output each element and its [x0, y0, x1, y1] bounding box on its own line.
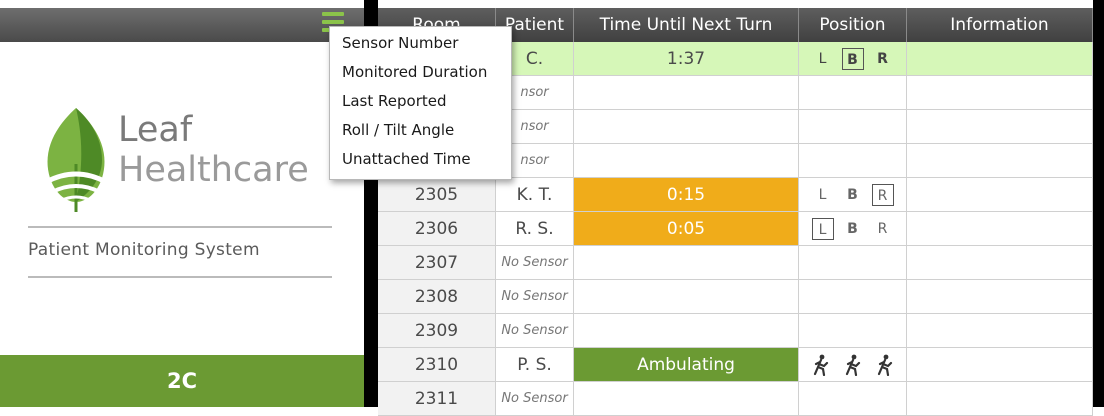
- position-cell: LB R: [799, 212, 907, 246]
- position-l-indicator: L: [818, 186, 827, 203]
- walking-person-icon: [841, 354, 865, 376]
- information-cell: [907, 280, 1093, 314]
- position-l-indicator: L: [818, 50, 827, 67]
- information-cell: [907, 348, 1093, 382]
- table-row[interactable]: 2307 No Sensor: [378, 246, 1093, 280]
- table-row[interactable]: 2309 No Sensor: [378, 314, 1093, 348]
- information-cell: [907, 42, 1093, 76]
- time-until-next-turn-cell: 0:05: [574, 212, 799, 246]
- time-until-next-turn-cell: [574, 76, 799, 110]
- time-until-next-turn-cell: 1:37: [574, 42, 799, 76]
- time-until-next-turn-cell: [574, 110, 799, 144]
- position-b-indicator: B: [847, 220, 858, 237]
- patient-cell: P. S.: [496, 348, 574, 382]
- information-cell: [907, 144, 1093, 178]
- position-cell: [799, 348, 907, 382]
- patient-cell: No Sensor: [496, 280, 574, 314]
- patient-cell: K. T.: [496, 178, 574, 212]
- position-r-indicator: R: [877, 50, 888, 67]
- menu-item-last-reported[interactable]: Last Reported: [330, 87, 511, 116]
- position-b-indicator: B: [841, 47, 864, 70]
- information-cell: [907, 76, 1093, 110]
- sidebar-panel: Leaf Healthcare Patient Monitoring Syste…: [0, 0, 364, 407]
- position-l-indicator: L: [811, 217, 834, 240]
- walking-person-icon: [809, 354, 833, 376]
- menu-item-monitored-duration[interactable]: Monitored Duration: [330, 58, 511, 87]
- table-row[interactable]: 2310 P. S. Ambulating: [378, 348, 1093, 382]
- information-cell: [907, 382, 1093, 416]
- column-header-time-until-next-turn[interactable]: Time Until Next Turn: [574, 8, 799, 42]
- patient-cell: No Sensor: [496, 246, 574, 280]
- room-cell: 2308: [378, 280, 496, 314]
- time-until-next-turn-cell: 0:15: [574, 178, 799, 212]
- table-row[interactable]: 2311 No Sensor: [378, 382, 1093, 416]
- column-options-menu: Sensor Number Monitored Duration Last Re…: [329, 26, 512, 180]
- logo-text-healthcare: Healthcare: [118, 150, 309, 190]
- table-row[interactable]: 2306 R. S. 0:05 L B R: [378, 212, 1093, 246]
- window-edge: [1093, 0, 1104, 407]
- room-cell: 2306: [378, 212, 496, 246]
- information-cell: [907, 314, 1093, 348]
- table-row[interactable]: 2308 No Sensor: [378, 280, 1093, 314]
- column-header-information[interactable]: Information: [907, 8, 1093, 42]
- time-until-next-turn-cell: [574, 280, 799, 314]
- position-cell: [799, 144, 907, 178]
- patient-cell: No Sensor: [496, 382, 574, 416]
- menu-item-unattached-time[interactable]: Unattached Time: [330, 145, 511, 174]
- room-cell: 2311: [378, 382, 496, 416]
- table-row[interactable]: 2305 K. T. 0:15 L B R: [378, 178, 1093, 212]
- unit-selector[interactable]: 2C: [0, 355, 364, 407]
- position-cell: [799, 314, 907, 348]
- position-cell: [799, 382, 907, 416]
- patient-cell: No Sensor: [496, 314, 574, 348]
- information-cell: [907, 178, 1093, 212]
- information-cell: [907, 246, 1093, 280]
- position-cell: L BR: [799, 178, 907, 212]
- position-cell: LBR: [799, 42, 907, 76]
- position-cell: [799, 110, 907, 144]
- position-b-indicator: B: [847, 186, 858, 203]
- room-cell: 2309: [378, 314, 496, 348]
- time-until-next-turn-cell: Ambulating: [574, 348, 799, 382]
- walking-person-icon: [873, 354, 897, 376]
- room-cell: 2305: [378, 178, 496, 212]
- position-cell: [799, 246, 907, 280]
- information-cell: [907, 110, 1093, 144]
- menu-item-sensor-number[interactable]: Sensor Number: [330, 29, 511, 58]
- information-cell: [907, 212, 1093, 246]
- time-until-next-turn-cell: [574, 314, 799, 348]
- patient-cell: R. S.: [496, 212, 574, 246]
- position-cell: [799, 280, 907, 314]
- room-cell: 2310: [378, 348, 496, 382]
- leaf-logo-icon: [44, 108, 108, 212]
- sidebar-top-bar: [0, 8, 364, 42]
- room-cell: 2307: [378, 246, 496, 280]
- position-r-indicator: R: [871, 183, 894, 206]
- divider: [28, 276, 332, 278]
- time-until-next-turn-cell: [574, 382, 799, 416]
- position-cell: [799, 76, 907, 110]
- position-r-indicator: R: [877, 220, 888, 237]
- divider: [28, 226, 332, 228]
- logo-text-leaf: Leaf: [118, 110, 193, 150]
- column-header-position[interactable]: Position: [799, 8, 907, 42]
- time-until-next-turn-cell: [574, 144, 799, 178]
- app-subtitle: Patient Monitoring System: [28, 240, 260, 260]
- time-until-next-turn-cell: [574, 246, 799, 280]
- menu-item-roll-tilt-angle[interactable]: Roll / Tilt Angle: [330, 116, 511, 145]
